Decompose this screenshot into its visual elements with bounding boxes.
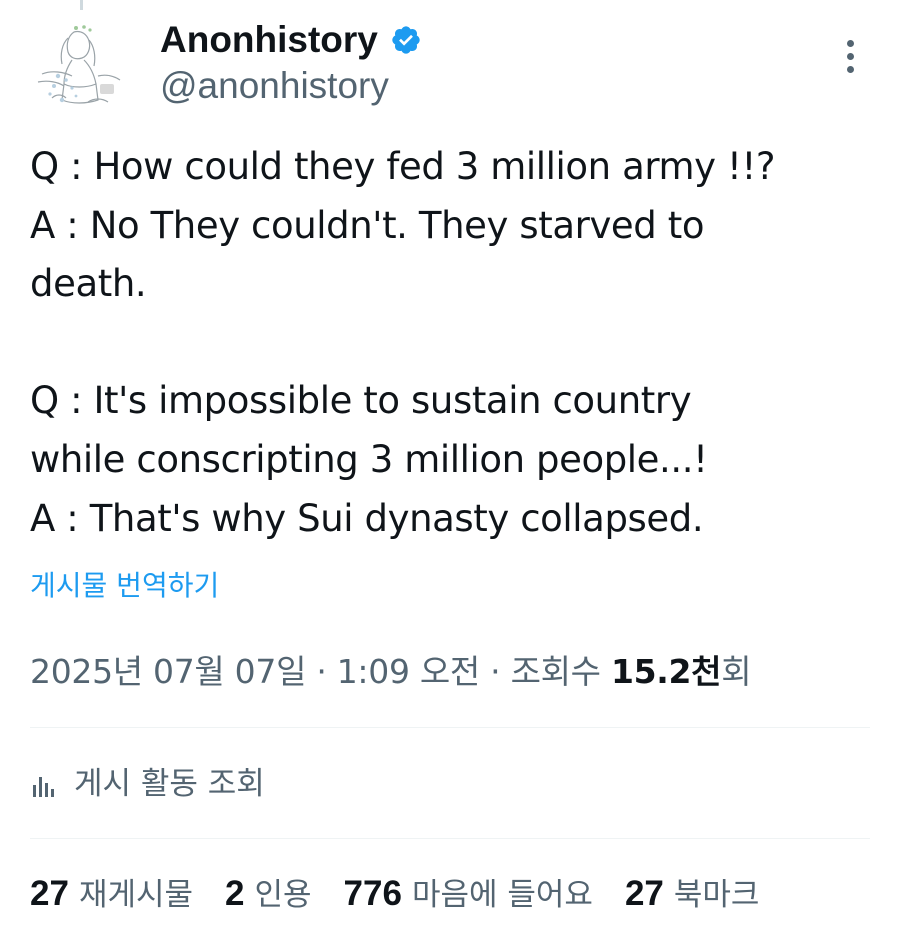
avatar[interactable]: [28, 14, 132, 118]
tweet-metadata: 2025년 07월 07일 · 1:09 오전 · 조회수 15.2천회: [30, 650, 752, 694]
views-count: 15.2천: [610, 652, 722, 691]
likes-label: 마음에 들어요: [411, 877, 593, 913]
avatar-illustration: [28, 14, 132, 118]
views-label: 조회수: [510, 652, 601, 691]
more-dot-icon: [846, 39, 854, 47]
author-handle[interactable]: @anonhistory: [160, 64, 389, 108]
tweet-text: Q : How could they fed 3 million army !!…: [30, 145, 776, 540]
view-post-activity-link[interactable]: 게시 활동 조회: [30, 762, 265, 806]
meta-separator: ·: [490, 652, 501, 691]
engagement-stats: 27 재게시물 2 인용 776 마음에 들어요 27 북마크: [30, 872, 791, 917]
more-dot-icon: [846, 65, 854, 73]
quotes-stat[interactable]: 2 인용: [225, 872, 312, 917]
bookmarks-count: 27: [624, 874, 664, 913]
more-options-button[interactable]: [828, 34, 872, 78]
translate-post-link[interactable]: 게시물 번역하기: [30, 566, 219, 606]
bookmarks-label: 북마크: [673, 877, 760, 913]
more-dot-icon: [846, 52, 854, 60]
author-display-name[interactable]: Anonhistory: [160, 18, 378, 62]
reposts-count: 27: [30, 874, 69, 913]
meta-separator: ·: [316, 652, 327, 691]
likes-stat[interactable]: 776 마음에 들어요: [344, 872, 593, 917]
reposts-stat[interactable]: 27 재게시물: [30, 872, 193, 917]
verified-badge-icon: [390, 24, 422, 56]
author-name-row[interactable]: Anonhistory: [160, 18, 422, 62]
quotes-count: 2: [225, 874, 245, 913]
divider: [30, 838, 870, 839]
analytics-icon: [30, 769, 60, 799]
view-post-activity-label: 게시 활동 조회: [74, 766, 265, 802]
post-date[interactable]: 2025년 07월 07일: [30, 652, 306, 691]
post-time[interactable]: 1:09 오전: [337, 652, 481, 691]
reposts-label: 재게시물: [78, 877, 194, 913]
divider: [30, 727, 870, 728]
likes-count: 776: [343, 874, 402, 913]
bookmarks-stat[interactable]: 27 북마크: [625, 872, 760, 917]
views-suffix: 회: [721, 652, 752, 691]
quotes-label: 인용: [254, 877, 312, 913]
thread-connector-line: [80, 0, 83, 10]
